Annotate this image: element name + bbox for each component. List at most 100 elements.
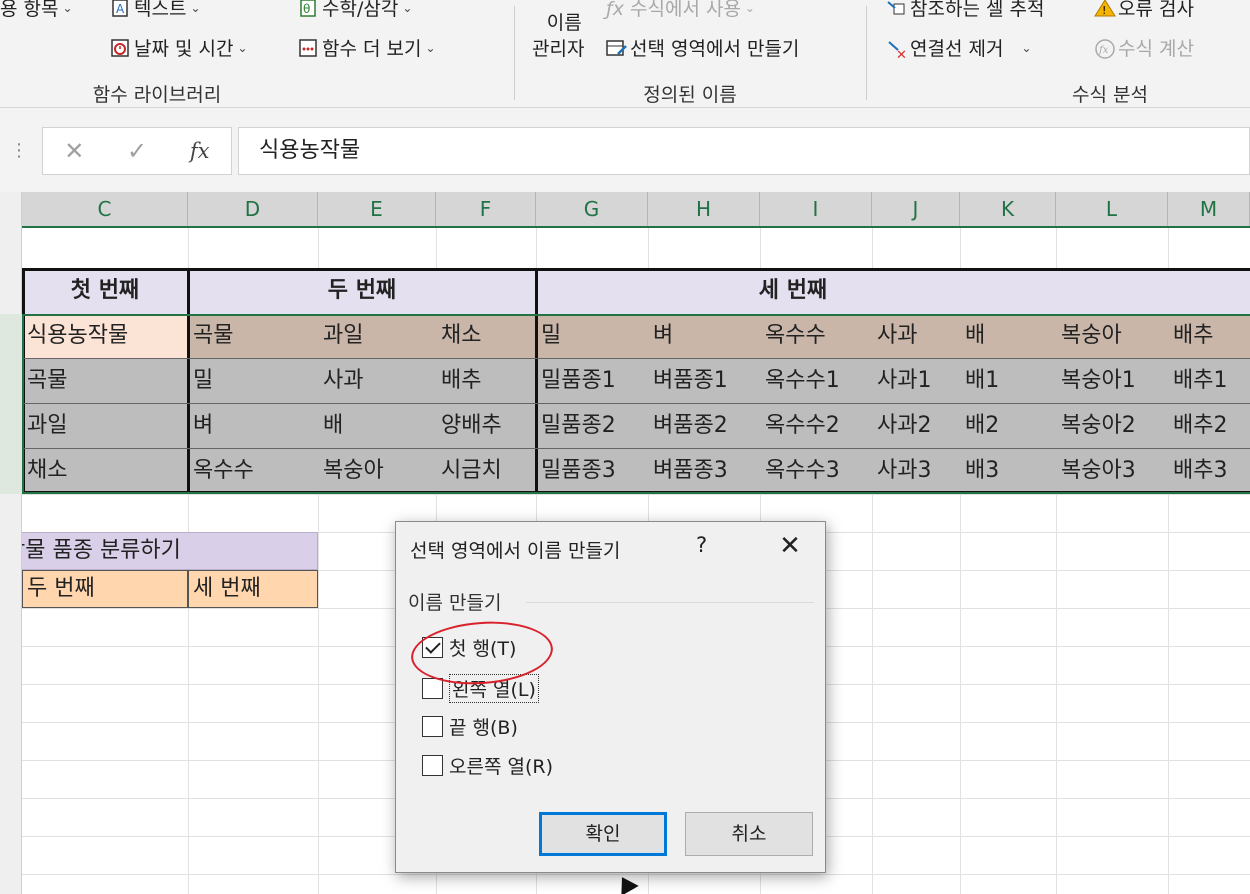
table-cell[interactable]: 채소 [22,448,188,493]
option-top-row[interactable]: 첫 행(T) [422,634,516,661]
recently-used-button[interactable]: 용 항목 ⌄ [0,0,73,21]
table-cell[interactable]: 사과3 [872,448,960,493]
table-cell[interactable]: 배추 [436,358,536,403]
insert-function-icon[interactable]: fx [168,139,231,163]
formula-auditing-group-label: 수식 분석 [1072,84,1148,106]
option-bottom-row[interactable]: 끝 행(B) [422,713,518,740]
table-cell[interactable]: 식용농작물 [22,314,188,358]
table-cell[interactable]: 밀 [536,314,648,358]
table-cell[interactable]: 밀품종1 [536,358,648,403]
checkbox-bottom-row[interactable] [422,716,443,737]
option-left-column-label: 왼쪽 열(L) [449,674,539,703]
column-header-k[interactable]: K [960,192,1056,226]
table-cell[interactable]: 배추2 [1168,403,1250,448]
table-cell[interactable]: 밀품종2 [536,403,648,448]
checkbox-left-column[interactable] [422,678,443,699]
table-cell[interactable]: 배추3 [1168,448,1250,493]
column-header-f[interactable]: F [436,192,536,226]
checkbox-right-column[interactable] [422,755,443,776]
cancel-icon[interactable]: ✕ [43,137,106,165]
table-cell[interactable]: 과일 [318,314,436,358]
table-cell[interactable]: 벼품종3 [648,448,760,493]
more-functions-button[interactable]: 함수 더 보기 ⌄ [298,34,436,61]
table-cell[interactable]: 과일 [22,403,188,448]
table-cell[interactable]: 양배추 [436,403,536,448]
column-header-j[interactable]: J [872,192,960,226]
section-title[interactable]: 작물 품종 분류하기 [22,532,318,570]
column-header-g[interactable]: G [536,192,648,226]
row-headers[interactable] [0,192,22,894]
cancel-button[interactable]: 취소 [685,812,813,856]
table-cell[interactable]: 옥수수 [760,314,872,358]
chevron-down-icon: ⌄ [744,0,755,15]
formula-input[interactable]: 식용농작물 [238,127,1250,175]
column-header-d[interactable]: D [188,192,318,226]
column-divider [535,268,538,494]
name-manager-button[interactable]: 이름 관리자 [532,10,584,62]
sub-header-second[interactable]: 두 번째 [22,570,188,608]
header-cell-first[interactable]: 첫 번째 [22,268,188,314]
row-header-selection [0,314,22,494]
table-cell[interactable]: 배3 [960,448,1056,493]
table-cell[interactable]: 배1 [960,358,1056,403]
table-cell[interactable]: 복숭아 [318,448,436,493]
table-cell[interactable]: 사과 [872,314,960,358]
table-cell[interactable]: 배 [960,314,1056,358]
table-cell[interactable]: 벼품종1 [648,358,760,403]
date-time-button[interactable]: 날짜 및 시간 ⌄ [110,34,248,61]
remove-arrows-button[interactable]: ✕ 연결선 제거 ⌄ [886,34,1032,63]
table-cell[interactable]: 옥수수 [188,448,318,493]
option-left-column[interactable]: 왼쪽 열(L) [422,674,539,703]
text-functions-button[interactable]: A 텍스트 ⌄ [110,0,201,21]
table-cell[interactable]: 복숭아 [1056,314,1168,358]
math-trig-button[interactable]: θ 수학/삼각 ⌄ [298,0,412,21]
use-in-formula-button[interactable]: ƒx 수식에서 사용 ⌄ [606,0,755,21]
table-cell[interactable]: 곡물 [22,358,188,403]
column-header-m[interactable]: M [1168,192,1250,226]
column-header-i[interactable]: I [760,192,872,226]
table-cell[interactable]: 옥수수3 [760,448,872,493]
table-cell[interactable]: 복숭아2 [1056,403,1168,448]
chevron-down-icon: ⌄ [190,0,201,15]
header-cell-third[interactable]: 세 번째 [536,268,1250,314]
create-from-selection-button[interactable]: 선택 영역에서 만들기 [606,34,799,61]
table-cell[interactable]: 옥수수1 [760,358,872,403]
column-header-h[interactable]: H [648,192,760,226]
option-right-column-label: 오른쪽 열(R) [449,756,553,778]
table-cell[interactable]: 사과1 [872,358,960,403]
table-cell[interactable]: 곡물 [188,314,318,358]
sub-header-third[interactable]: 세 번째 [188,570,318,608]
table-cell[interactable]: 복숭아3 [1056,448,1168,493]
column-header-l[interactable]: L [1056,192,1168,226]
table-cell[interactable]: 배 [318,403,436,448]
table-cell[interactable]: 사과2 [872,403,960,448]
close-icon[interactable]: ✕ [770,528,810,564]
chevron-down-icon: ⌄ [62,0,73,15]
enter-icon[interactable]: ✓ [106,137,169,165]
evaluate-formula-button[interactable]: fx 수식 계산 [1094,34,1194,61]
error-checking-button[interactable]: ! 오류 검사 [1094,0,1194,21]
column-header-c[interactable]: C [22,192,188,226]
option-right-column[interactable]: 오른쪽 열(R) [422,752,553,779]
table-cell[interactable]: 시금치 [436,448,536,493]
header-cell-second[interactable]: 두 번째 [188,268,536,314]
table-cell[interactable]: 벼 [188,403,318,448]
use-in-formula-icon: ƒx [606,0,624,20]
table-cell[interactable]: 밀품종3 [536,448,648,493]
table-cell[interactable]: 밀 [188,358,318,403]
table-cell[interactable]: 사과 [318,358,436,403]
table-cell[interactable]: 채소 [436,314,536,358]
table-cell[interactable]: 옥수수2 [760,403,872,448]
trace-precedents-button[interactable]: 참조하는 셀 추적 [886,0,1044,21]
table-cell[interactable]: 배2 [960,403,1056,448]
help-icon[interactable]: ? [696,533,707,557]
table-cell[interactable]: 배추 [1168,314,1250,358]
drag-handle-icon[interactable]: ⋮ [10,140,28,161]
table-cell[interactable]: 복숭아1 [1056,358,1168,403]
table-cell[interactable]: 배추1 [1168,358,1250,403]
table-cell[interactable]: 벼 [648,314,760,358]
ok-button[interactable]: 확인 [539,812,667,856]
table-cell[interactable]: 벼품종2 [648,403,760,448]
checkbox-top-row[interactable] [422,637,443,658]
column-header-e[interactable]: E [318,192,436,226]
